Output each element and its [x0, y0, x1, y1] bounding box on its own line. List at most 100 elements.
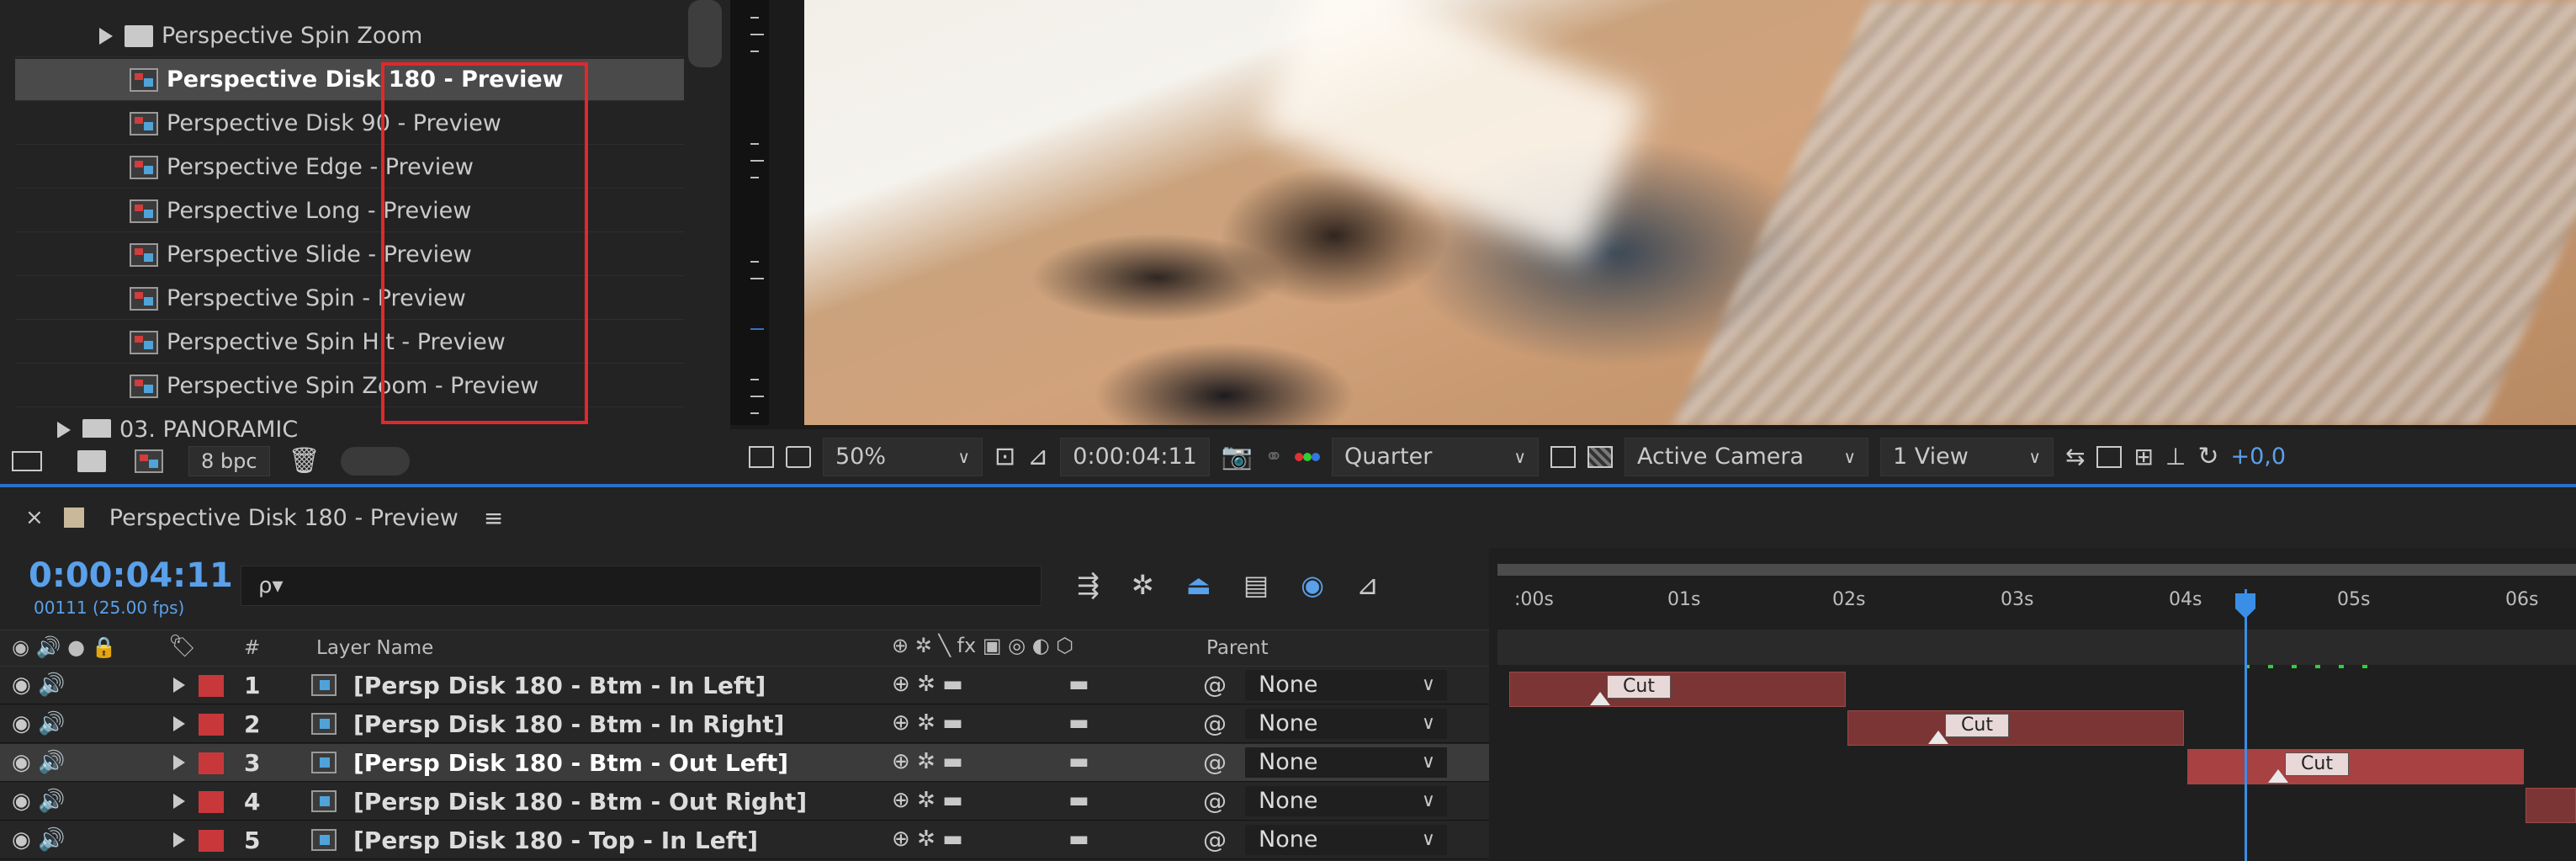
- layer-switches[interactable]: ⊕ ✲ ▬: [892, 826, 963, 852]
- mode-switch[interactable]: ▬: [1068, 672, 1089, 697]
- camera-dropdown[interactable]: Active Camera ∨: [1624, 437, 1868, 476]
- trash-icon[interactable]: 🗑: [289, 446, 321, 476]
- close-tab-icon[interactable]: ×: [25, 505, 44, 530]
- layer-duration-bar[interactable]: [2526, 788, 2576, 823]
- layer-row[interactable]: ◉ 🔊 5 [Persp Disk 180 - Top - In Left] ⊕ ✲ …: [0, 821, 1489, 859]
- parent-dropdown[interactable]: None ∨: [1245, 709, 1447, 739]
- pick-whip-icon[interactable]: @: [1203, 748, 1227, 776]
- comp-mini-flowchart-icon[interactable]: ⇶: [1077, 569, 1100, 601]
- pixel-aspect-icon[interactable]: ⇆: [2065, 438, 2085, 476]
- work-area-bar[interactable]: [1497, 564, 2576, 576]
- column-parent[interactable]: Parent: [1206, 637, 1269, 659]
- visibility-audio-icons[interactable]: ◉ 🔊: [12, 750, 65, 775]
- label-column-icon[interactable]: 🏷: [168, 634, 196, 659]
- expand-triangle-icon[interactable]: [173, 716, 185, 731]
- expand-triangle-icon[interactable]: [99, 27, 113, 45]
- mode-switch[interactable]: ▬: [1068, 788, 1089, 813]
- layer-duration-bar[interactable]: [1509, 672, 1846, 707]
- label-color-swatch[interactable]: [199, 752, 224, 774]
- fast-preview-icon[interactable]: [1550, 438, 1576, 476]
- layer-marker-label[interactable]: Cut: [1607, 675, 1671, 699]
- layer-switches[interactable]: ⊕ ✲ ▬: [892, 788, 963, 813]
- expand-triangle-icon[interactable]: [173, 755, 185, 770]
- graph-editor-icon[interactable]: ⊿: [1356, 569, 1379, 601]
- layer-name[interactable]: [Persp Disk 180 - Top - In Left]: [353, 826, 758, 854]
- expand-triangle-icon[interactable]: [173, 678, 185, 693]
- transparency-grid-icon[interactable]: ⊿: [1027, 438, 1048, 476]
- layer-duration-bar[interactable]: [1847, 710, 2184, 746]
- always-preview-icon[interactable]: [749, 438, 774, 476]
- visibility-audio-icons[interactable]: ◉ 🔊: [12, 672, 65, 698]
- time-ruler[interactable]: :00s 01s 02s 03s 04s 05s 06s: [1497, 581, 2576, 614]
- new-folder-icon[interactable]: [77, 447, 106, 476]
- parent-dropdown[interactable]: None ∨: [1245, 825, 1447, 855]
- parent-dropdown[interactable]: None ∨: [1245, 670, 1447, 700]
- timeline-current-time[interactable]: 0:00:04:11: [29, 556, 233, 595]
- expand-triangle-icon[interactable]: [173, 832, 185, 848]
- pick-whip-icon[interactable]: @: [1203, 787, 1227, 815]
- fast-draft-icon[interactable]: [2096, 438, 2123, 476]
- label-color-swatch[interactable]: [199, 830, 224, 852]
- expand-triangle-icon[interactable]: [173, 794, 185, 809]
- pick-whip-icon[interactable]: @: [1203, 710, 1227, 737]
- label-color-swatch[interactable]: [199, 714, 224, 736]
- new-comp-icon[interactable]: [135, 447, 163, 476]
- pick-whip-icon[interactable]: @: [1203, 826, 1227, 853]
- interpret-footage-icon[interactable]: [12, 447, 42, 476]
- toggle-transparency-icon[interactable]: [1587, 438, 1613, 476]
- snapshot-icon[interactable]: 📷: [1222, 438, 1253, 476]
- resolution-dropdown[interactable]: Quarter ∨: [1331, 437, 1539, 476]
- reset-exposure-icon[interactable]: ↻: [2197, 438, 2218, 476]
- layer-marker-label[interactable]: Cut: [1945, 714, 2009, 737]
- mode-switch[interactable]: ▬: [1068, 826, 1089, 852]
- shy-layers-icon[interactable]: ⏏: [1186, 569, 1211, 601]
- monitor-icon[interactable]: [786, 438, 811, 476]
- layer-row[interactable]: ◉ 🔊 1 [Persp Disk 180 - Btm - In Left] ⊕ ✲ …: [0, 667, 1489, 704]
- layer-row[interactable]: ◉ 🔊 3 [Persp Disk 180 - Btm - Out Left] ⊕ ✲…: [0, 744, 1489, 782]
- project-folder-item[interactable]: Perspective Spin Zoom: [15, 15, 684, 57]
- draft-3d-icon[interactable]: ✲: [1132, 569, 1154, 601]
- visibility-audio-icons[interactable]: ◉ 🔊: [12, 789, 65, 814]
- layer-row[interactable]: ◉ 🔊 2 [Persp Disk 180 - Btm - In Right] ⊕ ✲…: [0, 705, 1489, 743]
- timeline-tab-title[interactable]: Perspective Disk 180 - Preview: [109, 505, 458, 531]
- layer-duration-bar[interactable]: [2187, 749, 2524, 784]
- current-time-indicator[interactable]: [2245, 589, 2247, 861]
- footer-slider[interactable]: [340, 446, 410, 476]
- layer-search-input[interactable]: ρ▾: [241, 566, 1042, 606]
- show-snapshot-icon[interactable]: ⚭: [1264, 438, 1283, 476]
- layer-marker-label[interactable]: Cut: [2285, 752, 2349, 776]
- layer-row[interactable]: ◉ 🔊 4 [Persp Disk 180 - Btm - Out Right] ⊕ …: [0, 783, 1489, 821]
- layer-switches[interactable]: ⊕ ✲ ▬: [892, 749, 963, 774]
- label-color-swatch[interactable]: [199, 675, 224, 697]
- frame-blending-icon[interactable]: ▤: [1243, 569, 1269, 601]
- expand-triangle-icon[interactable]: [57, 421, 71, 438]
- layer-switches[interactable]: ⊕ ✲ ▬: [892, 672, 963, 697]
- timeline-icon[interactable]: ⊞: [2133, 438, 2153, 476]
- view-layout-dropdown[interactable]: 1 View ∨: [1879, 437, 2054, 476]
- region-of-interest-icon[interactable]: ⊡: [994, 438, 1015, 476]
- mode-switch[interactable]: ▬: [1068, 710, 1089, 736]
- parent-dropdown[interactable]: None ∨: [1245, 786, 1447, 816]
- color-channels-icon[interactable]: [1294, 438, 1320, 476]
- layer-name[interactable]: [Persp Disk 180 - Btm - In Left]: [353, 672, 766, 699]
- bit-depth-button[interactable]: 8 bpc: [188, 445, 270, 476]
- parent-dropdown[interactable]: None ∨: [1245, 747, 1447, 778]
- exposure-value[interactable]: +0,0: [2230, 438, 2286, 476]
- mode-switch[interactable]: ▬: [1068, 749, 1089, 774]
- visibility-audio-icons[interactable]: ◉ 🔊: [12, 711, 65, 736]
- motion-blur-icon[interactable]: ◉: [1301, 569, 1324, 601]
- layer-name[interactable]: [Persp Disk 180 - Btm - Out Right]: [353, 788, 807, 816]
- label-color-swatch[interactable]: [199, 791, 224, 813]
- visibility-audio-icons[interactable]: ◉ 🔊: [12, 827, 65, 853]
- layer-switches[interactable]: ⊕ ✲ ▬: [892, 710, 963, 736]
- flowchart-icon[interactable]: ⊥: [2165, 438, 2186, 476]
- project-scrollbar[interactable]: [688, 0, 722, 67]
- current-time-field[interactable]: 0:00:04:11: [1060, 437, 1210, 476]
- zoom-dropdown[interactable]: 50% ∨: [823, 437, 983, 476]
- panel-menu-icon[interactable]: ≡: [484, 504, 503, 532]
- pick-whip-icon[interactable]: @: [1203, 671, 1227, 699]
- column-layer-name[interactable]: Layer Name: [316, 637, 433, 659]
- composition-frame[interactable]: [804, 0, 2576, 425]
- layer-name[interactable]: [Persp Disk 180 - Btm - In Right]: [353, 710, 784, 738]
- layer-name[interactable]: [Persp Disk 180 - Btm - Out Left]: [353, 749, 788, 777]
